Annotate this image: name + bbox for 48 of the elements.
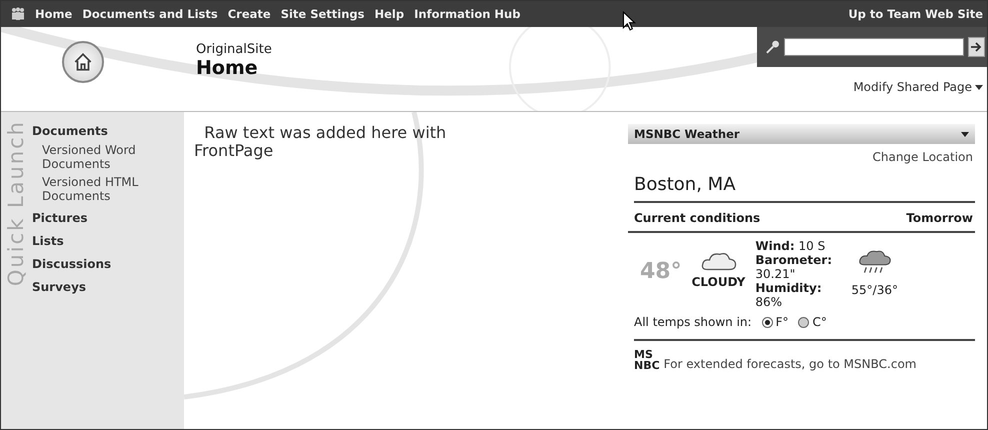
change-location-link[interactable]: Change Location <box>872 150 973 164</box>
detail-label: Humidity: <box>755 281 822 295</box>
page-title: Home <box>196 57 259 79</box>
unit-radio[interactable]: C° <box>798 315 827 329</box>
section-label: Tomorrow <box>906 211 973 225</box>
dropdown-caret-icon <box>975 84 983 90</box>
current-temperature: 48° <box>640 259 682 284</box>
nav-link[interactable]: Home <box>35 7 72 21</box>
sidebar-item[interactable]: Lists <box>32 234 184 248</box>
sidebar-item[interactable]: Discussions <box>32 257 184 271</box>
mouse-cursor-icon <box>622 11 636 31</box>
msnbc-logo: MS NBC <box>634 349 660 371</box>
nav-link[interactable]: Documents and Lists <box>82 7 218 21</box>
tomorrow-temperatures: 55°/36° <box>851 283 898 297</box>
arrow-right-icon <box>970 41 982 53</box>
search-field[interactable] <box>784 38 964 56</box>
web-part-title: MSNBC Weather <box>634 127 740 141</box>
sidebar-item[interactable]: Documents <box>32 124 184 138</box>
site-name: OriginalSite <box>196 42 272 57</box>
modify-page-menu[interactable]: Modify Shared Page <box>853 80 983 94</box>
detail-label: Barometer: <box>755 253 832 267</box>
sidebar-subitem[interactable]: Versioned Word Documents <box>42 143 164 171</box>
condition-label: CLOUDY <box>692 275 746 289</box>
nav-link[interactable]: Create <box>228 7 271 21</box>
sidebar-subitem[interactable]: Versioned HTML Documents <box>42 175 164 203</box>
search-icon <box>765 39 780 55</box>
detail-value: 86% <box>755 295 782 309</box>
nav-link[interactable]: Information Hub <box>414 7 520 21</box>
nav-link[interactable]: Site Settings <box>280 7 364 21</box>
house-icon <box>72 51 94 73</box>
section-label: Current conditions <box>634 211 760 225</box>
team-site-link[interactable]: Up to Team Web Site <box>848 7 983 21</box>
quick-launch-watermark: Quick Launch <box>5 120 27 286</box>
sidebar-item[interactable]: Surveys <box>32 280 184 294</box>
content-text: Raw text was added here with FrontPage <box>194 124 448 160</box>
people-icon <box>11 7 25 21</box>
sidebar-item[interactable]: Pictures <box>32 211 184 225</box>
home-button[interactable] <box>62 41 104 83</box>
unit-radio[interactable]: F° <box>762 315 788 329</box>
city-name: Boston, MA <box>634 174 975 203</box>
detail-value: 30.21" <box>755 267 796 281</box>
detail-value: 10 S <box>798 239 826 253</box>
detail-label: Wind: <box>755 239 795 253</box>
nav-link[interactable]: Help <box>374 7 404 21</box>
search-go-button[interactable] <box>968 37 985 57</box>
units-label: All temps shown in: <box>634 315 752 329</box>
dropdown-caret-icon[interactable] <box>961 132 969 136</box>
extended-forecast-link[interactable]: For extended forecasts, go to MSNBC.com <box>664 357 916 371</box>
